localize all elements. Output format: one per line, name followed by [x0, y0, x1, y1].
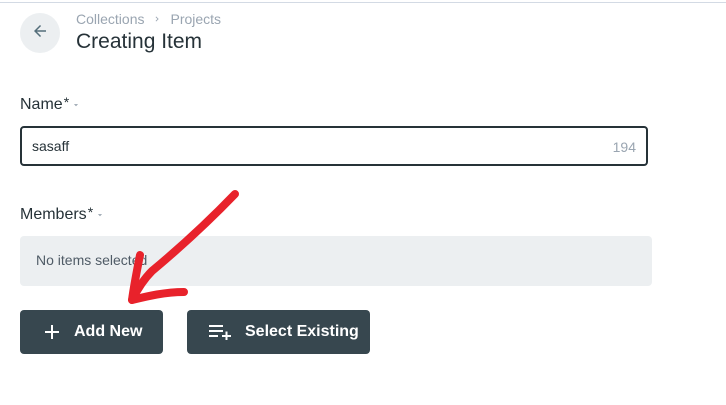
plus-icon: [44, 324, 60, 340]
top-divider: [0, 2, 726, 3]
add-new-button[interactable]: Add New: [20, 310, 163, 354]
character-counter: 194: [612, 139, 636, 155]
select-existing-label: Select Existing: [245, 323, 359, 340]
name-input[interactable]: [32, 128, 592, 164]
required-mark: *: [87, 204, 94, 220]
empty-state-text: No items selected: [36, 252, 148, 268]
caret-down-icon[interactable]: [95, 210, 105, 220]
required-mark: *: [63, 94, 70, 110]
members-list: No items selected: [20, 236, 652, 286]
breadcrumb: Collections Projects: [76, 11, 221, 27]
page-title: Creating Item: [76, 30, 203, 53]
name-input-wrapper: 194: [20, 126, 648, 166]
chevron-right-icon: [152, 14, 162, 24]
name-label-text: Name: [20, 96, 63, 113]
select-existing-button[interactable]: Select Existing: [187, 310, 370, 354]
breadcrumb-projects[interactable]: Projects: [170, 11, 221, 27]
breadcrumb-collections[interactable]: Collections: [76, 11, 144, 27]
members-field-label[interactable]: Members *: [20, 204, 105, 224]
members-label-text: Members: [20, 206, 87, 223]
add-new-label: Add New: [74, 323, 143, 340]
caret-down-icon[interactable]: [71, 100, 81, 110]
back-button[interactable]: [20, 13, 60, 53]
playlist-add-icon: [209, 324, 231, 340]
name-field-label[interactable]: Name *: [20, 94, 81, 114]
arrow-left-icon: [31, 22, 49, 45]
